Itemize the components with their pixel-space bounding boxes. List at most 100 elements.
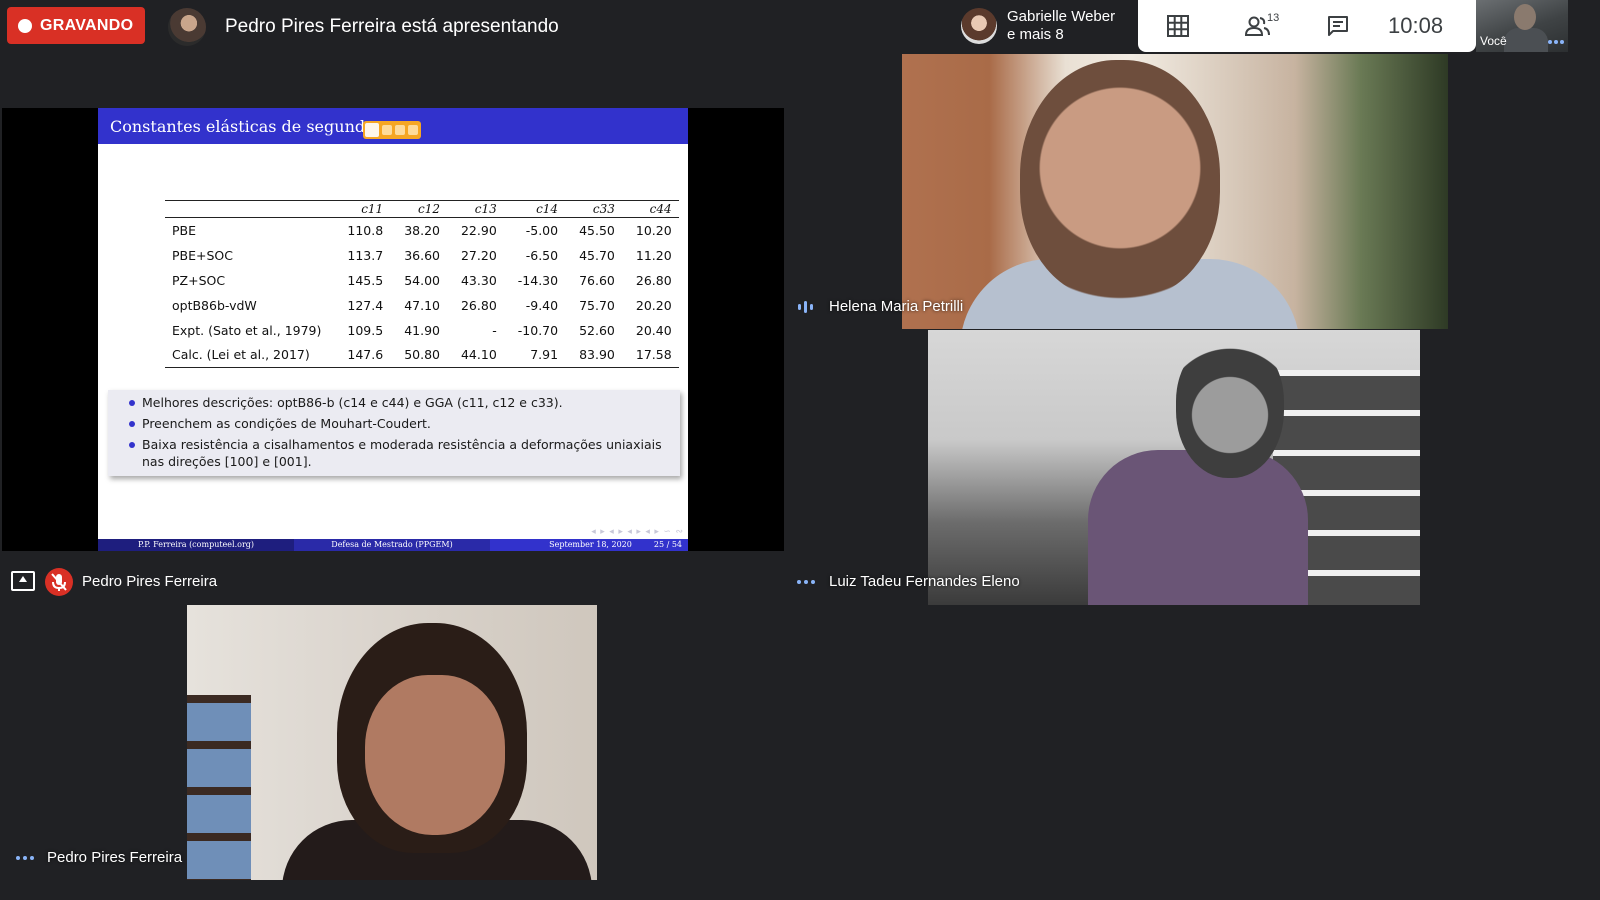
table-cell: 145.5: [347, 272, 384, 288]
table-cell: 75.70: [579, 297, 615, 313]
footer-date: September 18, 2020: [549, 540, 632, 549]
bullet-item: Preenchem as condições de Mouhart-Couder…: [129, 415, 670, 432]
participant-name: Helena Maria Petrilli: [829, 298, 964, 315]
self-view-label: Você: [1480, 34, 1507, 48]
table-cell: 17.58: [621, 342, 679, 368]
presentation-tile[interactable]: Constantes elásticas de segunda o c11 c1…: [2, 108, 784, 551]
grid-icon: [1167, 15, 1189, 37]
presenting-status: Pedro Pires Ferreira está apresentando: [225, 16, 559, 37]
bullet-item: Baixa resistência a cisalhamentos e mode…: [129, 436, 670, 470]
presenter-avatar: [168, 8, 206, 46]
table-cell: 127.4: [347, 297, 384, 313]
row-label: Expt. (Sato et al., 1979): [172, 322, 322, 338]
column-header: c14: [503, 200, 566, 218]
table-row: optB86b-vdW 127.4 47.10 26.80 -9.40 75.70 20.2…: [165, 293, 679, 318]
bullet-item: Melhores descrições: optB86-b (c14 e c44…: [129, 394, 670, 411]
row-label: Calc. (Lei et al., 2017): [165, 342, 334, 368]
table-cell: 109.5: [347, 322, 384, 338]
table-cell: 27.20: [460, 247, 497, 263]
muted-indicator: [45, 568, 73, 596]
avatar: [961, 8, 997, 44]
table-cell: -: [492, 322, 497, 338]
table-cell: 36.60: [404, 247, 440, 263]
clock: 10:08: [1388, 13, 1444, 38]
column-header: c12: [390, 200, 447, 218]
recording-badge: GRAVANDO: [7, 7, 145, 44]
table-cell: 26.80: [460, 297, 497, 313]
layout-button[interactable]: [1138, 0, 1218, 52]
table-cell: 7.91: [503, 342, 566, 368]
record-icon: [18, 18, 32, 33]
more-dots-icon[interactable]: [797, 580, 815, 584]
meeting-toolbar: 13 10:08: [1138, 0, 1476, 52]
table-cell: -14.30: [517, 272, 559, 288]
participants-pill-more: e mais 8: [1007, 26, 1064, 43]
column-header: c13: [446, 200, 504, 218]
participants-button[interactable]: 13: [1218, 0, 1298, 52]
table-cell: 38.20: [404, 222, 440, 238]
table-cell: 83.90: [565, 342, 622, 368]
table-row: Expt. (Sato et al., 1979) 109.5 41.90 - -10.…: [165, 318, 679, 343]
participants-pill-text: Gabrielle Weber e mais 8: [1007, 8, 1115, 44]
microphone-icon[interactable]: [395, 125, 405, 135]
more-dots-icon: [1548, 40, 1564, 44]
table-cell: 26.80: [635, 272, 672, 288]
participants-pill[interactable]: Gabrielle Weber e mais 8: [955, 0, 1138, 52]
slide: Constantes elásticas de segunda o c11 c1…: [98, 108, 688, 551]
column-header: c33: [565, 200, 622, 218]
table-cell: 50.80: [390, 342, 447, 368]
participant-count: 13: [1267, 12, 1280, 24]
table-header-row: c11 c12 c13 c14 c33 c44: [165, 200, 679, 218]
table-cell: 11.20: [635, 247, 672, 263]
table-cell: 43.30: [460, 272, 497, 288]
table-cell: 54.00: [404, 272, 440, 288]
chat-button[interactable]: [1298, 0, 1378, 52]
conclusions-box: Melhores descrições: optB86-b (c14 e c44…: [108, 390, 680, 476]
chrome-icon: [365, 123, 379, 137]
table-cell: 113.7: [347, 247, 384, 263]
present-screen-icon: [11, 571, 35, 591]
table-cell: 41.90: [404, 322, 440, 338]
table-cell: 10.20: [635, 222, 672, 238]
browser-extension-toolbar[interactable]: [363, 121, 421, 139]
table-cell: 47.10: [404, 297, 440, 313]
slide-footer: P.P. Ferreira (computeel.org) Defesa de …: [98, 539, 688, 551]
chat-icon: [1328, 16, 1348, 36]
self-view-tile[interactable]: Você: [1476, 0, 1568, 52]
column-header: c11: [333, 200, 391, 218]
table-cell: 52.60: [579, 322, 615, 338]
table-cell: 76.60: [579, 272, 615, 288]
window-icon[interactable]: [408, 125, 418, 135]
footer-author: P.P. Ferreira (computeel.org): [98, 539, 294, 551]
table-cell: 45.50: [579, 222, 615, 238]
table-cell: -6.50: [525, 247, 559, 263]
table-cell: -10.70: [517, 322, 559, 338]
table-cell: 147.6: [333, 342, 391, 368]
table-body: PBE 110.8 38.20 22.90 -5.00 45.50 10.20 PBE+SOC…: [165, 218, 679, 368]
speaking-indicator-icon: [798, 301, 813, 313]
row-label: PBE+SOC: [172, 247, 233, 263]
table-cell: -5.00: [525, 222, 559, 238]
participants-pill-name: Gabrielle Weber: [1007, 8, 1116, 25]
table-cell: 45.70: [579, 247, 615, 263]
elastic-constants-table: c11 c12 c13 c14 c33 c44 PBE 110.8 38.20 22.…: [165, 200, 679, 368]
mic-off-icon: [51, 573, 67, 591]
camera-icon[interactable]: [382, 125, 392, 135]
footer-event: Defesa de Mestrado (PPGEM): [294, 539, 490, 551]
column-header: c44: [621, 200, 679, 218]
slide-title: Constantes elásticas de segunda o: [110, 116, 390, 136]
table-cell: -9.40: [525, 297, 559, 313]
participant-name: Pedro Pires Ferreira: [47, 849, 183, 866]
participant-name: Luiz Tadeu Fernandes Eleno: [829, 573, 1020, 590]
table-row: PBE+SOC 113.7 36.60 27.20 -6.50 45.70 11.20: [165, 243, 679, 268]
row-label: PBE: [172, 222, 197, 238]
table-row: Calc. (Lei et al., 2017) 147.6 50.80 44.10 7…: [165, 342, 679, 368]
participant-video[interactable]: [928, 330, 1420, 605]
table-cell: 22.90: [460, 222, 497, 238]
beamer-navigation-icons: ◂ ▸ ◂ ▸ ◂ ▸ ◂ ▸ ∽ ∾: [591, 526, 684, 536]
participant-video[interactable]: [187, 605, 597, 880]
more-dots-icon[interactable]: [16, 856, 34, 860]
table-cell: 110.8: [347, 222, 384, 238]
row-label: optB86b-vdW: [172, 297, 257, 313]
table-cell: 20.40: [635, 322, 672, 338]
